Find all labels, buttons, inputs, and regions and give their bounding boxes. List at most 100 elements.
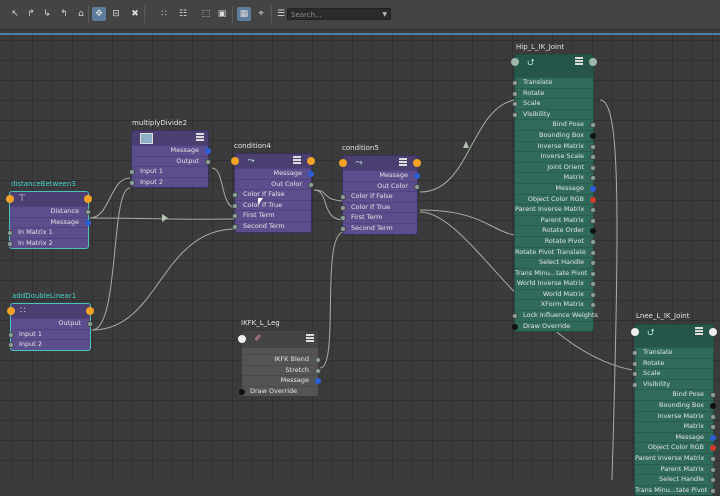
port-icon[interactable]: [590, 196, 596, 203]
attr-row[interactable]: Rotate: [512, 87, 593, 99]
attr-row[interactable]: Message: [343, 170, 420, 181]
attr-row[interactable]: Rotate Pivot: [515, 235, 596, 247]
port-icon[interactable]: [414, 183, 420, 190]
menu-icon[interactable]: [575, 57, 583, 65]
port-icon[interactable]: [85, 219, 91, 226]
port-icon[interactable]: [590, 132, 596, 139]
port-icon[interactable]: [340, 204, 346, 211]
attr-row[interactable]: Translate: [512, 77, 593, 88]
attr-row[interactable]: Parent Inverse Matrix: [635, 452, 716, 464]
port-icon[interactable]: [590, 217, 596, 224]
attr-row[interactable]: Trans Minu...tate Pivot: [635, 484, 716, 496]
attr-row[interactable]: Lock Influence Weights: [512, 310, 598, 321]
port-icon[interactable]: [315, 367, 321, 374]
port-icon[interactable]: [129, 169, 135, 176]
output-port-icon[interactable]: [307, 157, 315, 165]
attr-row[interactable]: Visibility: [632, 378, 713, 390]
attr-row[interactable]: Message: [132, 145, 211, 156]
attr-row[interactable]: Input 2: [129, 176, 208, 188]
port-icon[interactable]: [710, 455, 716, 462]
attr-row[interactable]: XForm Matrix: [515, 299, 596, 310]
port-icon[interactable]: [414, 173, 420, 179]
port-icon[interactable]: [85, 209, 91, 215]
output-port-icon[interactable]: [84, 195, 92, 203]
port-icon[interactable]: [710, 487, 716, 494]
attr-row[interactable]: In Matrix 2: [7, 237, 88, 249]
attr-row[interactable]: Parent Matrix: [635, 463, 716, 475]
node-multiply-divide[interactable]: multiplyDivide2 Message Output Input 1 I…: [129, 118, 211, 189]
attr-row[interactable]: Second Term: [232, 220, 311, 232]
port-icon[interactable]: [205, 148, 211, 154]
attr-row[interactable]: Color If True: [232, 199, 311, 211]
attr-row[interactable]: Out Color: [343, 180, 420, 192]
attr-row[interactable]: World Matrix: [515, 288, 596, 300]
output-port-icon[interactable]: [413, 159, 421, 167]
attr-row[interactable]: Visibility: [512, 108, 593, 120]
node-distance-between[interactable]: distanceBetween3 ⊤ Distance Message In M…: [6, 179, 92, 250]
attr-row[interactable]: Parent Matrix: [515, 214, 596, 226]
attr-row[interactable]: Stretch: [242, 364, 321, 376]
port-icon[interactable]: [710, 413, 716, 420]
output-port-icon[interactable]: [589, 58, 597, 66]
attr-row[interactable]: Rotate Order: [515, 225, 596, 236]
attr-row[interactable]: Bind Pose: [515, 119, 596, 130]
attr-row[interactable]: Matrix: [515, 172, 596, 183]
port-icon[interactable]: [340, 215, 346, 222]
port-icon[interactable]: [710, 466, 716, 473]
port-icon[interactable]: [632, 350, 638, 356]
port-icon[interactable]: [232, 213, 238, 220]
port-icon[interactable]: [590, 270, 596, 277]
attr-row[interactable]: World Inverse Matrix: [515, 278, 596, 289]
port-icon[interactable]: [512, 101, 518, 108]
attr-row[interactable]: Color If True: [340, 201, 417, 213]
port-icon[interactable]: [512, 313, 518, 320]
port-icon[interactable]: [340, 225, 346, 232]
input-port-icon[interactable]: [7, 307, 15, 315]
input-port-icon[interactable]: [6, 195, 14, 203]
port-icon[interactable]: [632, 381, 638, 388]
attr-row[interactable]: Output: [11, 318, 93, 329]
attr-row[interactable]: Draw Override: [239, 385, 318, 397]
port-icon[interactable]: [232, 223, 238, 230]
menu-icon[interactable]: [399, 158, 407, 166]
attr-row[interactable]: Bounding Box: [515, 129, 596, 141]
port-icon[interactable]: [7, 230, 13, 237]
menu-icon[interactable]: [293, 156, 301, 164]
port-icon[interactable]: [8, 342, 14, 349]
attr-row[interactable]: Second Term: [340, 222, 417, 234]
node-hip-joint[interactable]: Hip_L_IK_Joint ⮍ Translate Rotate Scale Vis…: [511, 42, 598, 333]
port-icon[interactable]: [710, 434, 716, 441]
menu-icon[interactable]: [695, 327, 703, 335]
input-port-icon[interactable]: [231, 157, 239, 165]
attr-row[interactable]: Message: [235, 168, 314, 179]
node-condition5[interactable]: condition5 ⤳ Message Out Color Color If …: [339, 143, 421, 235]
port-icon[interactable]: [512, 323, 518, 330]
attr-row[interactable]: Message: [10, 216, 91, 228]
port-icon[interactable]: [632, 360, 638, 367]
attr-row[interactable]: Select Handle: [515, 257, 596, 268]
port-icon[interactable]: [512, 90, 518, 97]
attr-row[interactable]: Inverse Matrix: [635, 410, 716, 422]
attr-row[interactable]: Input 1: [8, 328, 90, 340]
attr-row[interactable]: Translate: [632, 347, 713, 358]
attr-row[interactable]: IKFK Blend: [242, 354, 321, 365]
port-icon[interactable]: [590, 291, 596, 298]
attr-row[interactable]: Inverse Scale: [515, 151, 596, 162]
attr-row[interactable]: Input 2: [8, 339, 90, 350]
port-icon[interactable]: [590, 143, 596, 150]
attr-row[interactable]: First Term: [232, 210, 311, 221]
output-port-icon[interactable]: [86, 307, 94, 315]
attr-row[interactable]: Distance: [10, 206, 91, 217]
input-port-icon[interactable]: [238, 335, 246, 343]
port-icon[interactable]: [239, 388, 245, 395]
port-icon[interactable]: [340, 194, 346, 201]
port-icon[interactable]: [308, 171, 314, 177]
port-icon[interactable]: [87, 321, 93, 327]
attr-row[interactable]: Rotate Pivot Translate: [515, 246, 596, 258]
port-icon[interactable]: [632, 371, 638, 378]
attr-row[interactable]: In Matrix 1: [7, 227, 88, 238]
attr-row[interactable]: Scale: [632, 368, 713, 379]
attr-row[interactable]: Message: [242, 375, 321, 386]
attr-row[interactable]: Parent Inverse Matrix: [515, 204, 596, 215]
attr-row[interactable]: Message: [635, 431, 716, 443]
